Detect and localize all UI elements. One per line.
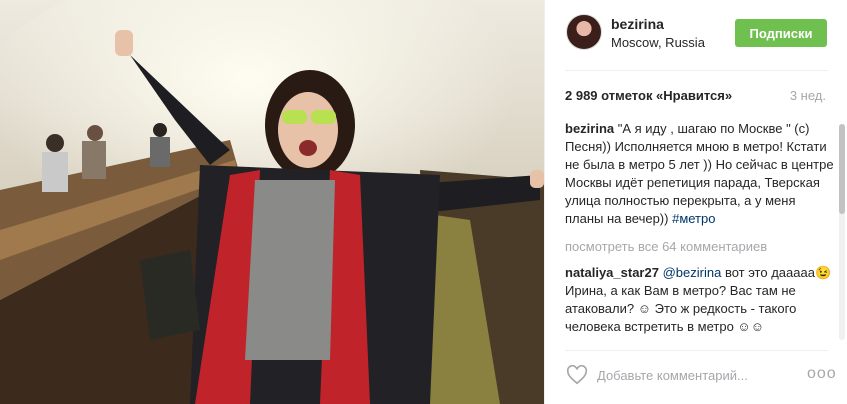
- post-photo[interactable]: [0, 0, 544, 404]
- divider: [565, 350, 828, 351]
- divider: [565, 70, 828, 71]
- avatar[interactable]: [566, 14, 602, 50]
- caption: bezirina "А я иду , шагаю по Москве " (с…: [565, 120, 835, 228]
- scrollbar-thumb[interactable]: [839, 124, 845, 214]
- location-link[interactable]: Moscow, Russia: [611, 35, 705, 50]
- more-options-icon[interactable]: ooo: [807, 365, 837, 383]
- username-link[interactable]: bezirina: [611, 16, 664, 32]
- view-all-comments-link[interactable]: посмотреть все 64 комментариев: [565, 238, 835, 256]
- likes-count[interactable]: 2 989 отметок «Нравится»: [565, 88, 732, 103]
- hashtag-link[interactable]: #метро: [672, 211, 715, 226]
- post-timestamp[interactable]: 3 нед.: [790, 88, 826, 103]
- comment-item: nataliya_star27 @bezirina вот это дааааа…: [565, 264, 835, 336]
- follow-button[interactable]: Подписки: [735, 19, 827, 47]
- post-header: bezirina Moscow, Russia Подписки: [545, 0, 847, 70]
- heart-outline-icon[interactable]: [566, 364, 588, 386]
- comments-scrollbar[interactable]: [839, 124, 845, 340]
- post-sidebar: bezirina Moscow, Russia Подписки 2 989 о…: [544, 0, 847, 404]
- caption-username[interactable]: bezirina: [565, 121, 614, 136]
- comments-list: bezirina "А я иду , шагаю по Москве " (с…: [565, 120, 835, 342]
- mention-link[interactable]: @bezirina: [663, 265, 722, 280]
- add-comment-input[interactable]: [597, 364, 797, 386]
- comment-username[interactable]: nataliya_star27: [565, 265, 659, 280]
- escalator-photo: [0, 0, 544, 404]
